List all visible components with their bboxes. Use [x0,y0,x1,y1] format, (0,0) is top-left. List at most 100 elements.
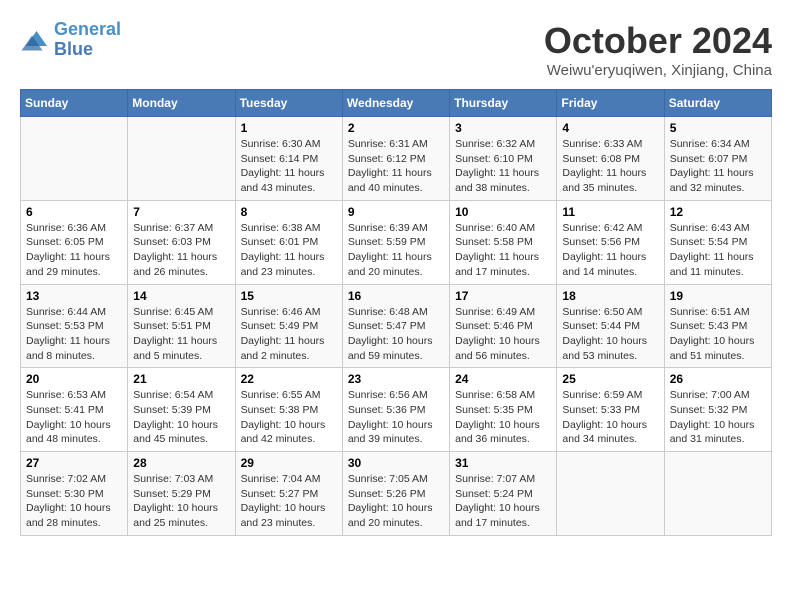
day-detail: Sunrise: 6:40 AMSunset: 5:58 PMDaylight:… [455,221,551,280]
day-number: 31 [455,456,551,470]
day-detail: Sunrise: 7:07 AMSunset: 5:24 PMDaylight:… [455,472,551,531]
day-cell-w5-d1: 27 Sunrise: 7:02 AMSunset: 5:30 PMDaylig… [21,452,128,536]
day-detail: Sunrise: 7:05 AMSunset: 5:26 PMDaylight:… [348,472,444,531]
calendar-header-row: Sunday Monday Tuesday Wednesday Thursday… [21,90,772,117]
logo-text: General Blue [54,20,121,60]
day-number: 10 [455,205,551,219]
day-number: 17 [455,289,551,303]
day-number: 13 [26,289,122,303]
day-number: 20 [26,372,122,386]
day-cell-w4-d5: 24 Sunrise: 6:58 AMSunset: 5:35 PMDaylig… [450,368,557,452]
day-cell-w1-d7: 5 Sunrise: 6:34 AMSunset: 6:07 PMDayligh… [664,117,771,201]
day-cell-w5-d2: 28 Sunrise: 7:03 AMSunset: 5:29 PMDaylig… [128,452,235,536]
day-number: 25 [562,372,658,386]
location: Weiwu'eryuqiwen, Xinjiang, China [544,62,772,79]
day-cell-w5-d7 [664,452,771,536]
day-detail: Sunrise: 6:58 AMSunset: 5:35 PMDaylight:… [455,388,551,447]
day-detail: Sunrise: 6:50 AMSunset: 5:44 PMDaylight:… [562,305,658,364]
day-detail: Sunrise: 7:03 AMSunset: 5:29 PMDaylight:… [133,472,229,531]
day-number: 29 [241,456,337,470]
day-cell-w3-d6: 18 Sunrise: 6:50 AMSunset: 5:44 PMDaylig… [557,284,664,368]
day-number: 12 [670,205,766,219]
week-row-4: 20 Sunrise: 6:53 AMSunset: 5:41 PMDaylig… [21,368,772,452]
day-number: 27 [26,456,122,470]
day-detail: Sunrise: 6:59 AMSunset: 5:33 PMDaylight:… [562,388,658,447]
day-number: 3 [455,121,551,135]
day-detail: Sunrise: 6:55 AMSunset: 5:38 PMDaylight:… [241,388,337,447]
day-detail: Sunrise: 6:53 AMSunset: 5:41 PMDaylight:… [26,388,122,447]
header-sunday: Sunday [21,90,128,117]
day-cell-w3-d5: 17 Sunrise: 6:49 AMSunset: 5:46 PMDaylig… [450,284,557,368]
day-cell-w2-d7: 12 Sunrise: 6:43 AMSunset: 5:54 PMDaylig… [664,200,771,284]
day-cell-w3-d4: 16 Sunrise: 6:48 AMSunset: 5:47 PMDaylig… [342,284,449,368]
day-cell-w1-d1 [21,117,128,201]
day-detail: Sunrise: 6:56 AMSunset: 5:36 PMDaylight:… [348,388,444,447]
page-header: General Blue October 2024 Weiwu'eryuqiwe… [20,20,772,79]
week-row-3: 13 Sunrise: 6:44 AMSunset: 5:53 PMDaylig… [21,284,772,368]
day-detail: Sunrise: 6:31 AMSunset: 6:12 PMDaylight:… [348,137,444,196]
day-number: 16 [348,289,444,303]
day-detail: Sunrise: 6:38 AMSunset: 6:01 PMDaylight:… [241,221,337,280]
day-cell-w4-d4: 23 Sunrise: 6:56 AMSunset: 5:36 PMDaylig… [342,368,449,452]
day-cell-w2-d5: 10 Sunrise: 6:40 AMSunset: 5:58 PMDaylig… [450,200,557,284]
day-cell-w4-d2: 21 Sunrise: 6:54 AMSunset: 5:39 PMDaylig… [128,368,235,452]
day-detail: Sunrise: 7:02 AMSunset: 5:30 PMDaylight:… [26,472,122,531]
day-detail: Sunrise: 6:46 AMSunset: 5:49 PMDaylight:… [241,305,337,364]
day-detail: Sunrise: 6:43 AMSunset: 5:54 PMDaylight:… [670,221,766,280]
logo-icon [20,25,50,55]
day-cell-w5-d5: 31 Sunrise: 7:07 AMSunset: 5:24 PMDaylig… [450,452,557,536]
day-cell-w4-d7: 26 Sunrise: 7:00 AMSunset: 5:32 PMDaylig… [664,368,771,452]
week-row-1: 1 Sunrise: 6:30 AMSunset: 6:14 PMDayligh… [21,117,772,201]
title-block: October 2024 Weiwu'eryuqiwen, Xinjiang, … [544,20,772,79]
day-detail: Sunrise: 6:39 AMSunset: 5:59 PMDaylight:… [348,221,444,280]
day-number: 6 [26,205,122,219]
day-cell-w2-d2: 7 Sunrise: 6:37 AMSunset: 6:03 PMDayligh… [128,200,235,284]
day-detail: Sunrise: 7:04 AMSunset: 5:27 PMDaylight:… [241,472,337,531]
day-cell-w1-d3: 1 Sunrise: 6:30 AMSunset: 6:14 PMDayligh… [235,117,342,201]
day-number: 28 [133,456,229,470]
calendar-table: Sunday Monday Tuesday Wednesday Thursday… [20,89,772,536]
day-detail: Sunrise: 6:34 AMSunset: 6:07 PMDaylight:… [670,137,766,196]
day-cell-w2-d1: 6 Sunrise: 6:36 AMSunset: 6:05 PMDayligh… [21,200,128,284]
day-number: 8 [241,205,337,219]
day-cell-w1-d6: 4 Sunrise: 6:33 AMSunset: 6:08 PMDayligh… [557,117,664,201]
day-cell-w3-d1: 13 Sunrise: 6:44 AMSunset: 5:53 PMDaylig… [21,284,128,368]
day-detail: Sunrise: 6:49 AMSunset: 5:46 PMDaylight:… [455,305,551,364]
header-friday: Friday [557,90,664,117]
day-detail: Sunrise: 6:48 AMSunset: 5:47 PMDaylight:… [348,305,444,364]
header-thursday: Thursday [450,90,557,117]
week-row-2: 6 Sunrise: 6:36 AMSunset: 6:05 PMDayligh… [21,200,772,284]
day-detail: Sunrise: 6:42 AMSunset: 5:56 PMDaylight:… [562,221,658,280]
day-number: 7 [133,205,229,219]
day-number: 4 [562,121,658,135]
day-cell-w4-d3: 22 Sunrise: 6:55 AMSunset: 5:38 PMDaylig… [235,368,342,452]
day-detail: Sunrise: 6:45 AMSunset: 5:51 PMDaylight:… [133,305,229,364]
day-number: 1 [241,121,337,135]
day-cell-w3-d7: 19 Sunrise: 6:51 AMSunset: 5:43 PMDaylig… [664,284,771,368]
day-number: 22 [241,372,337,386]
day-detail: Sunrise: 6:51 AMSunset: 5:43 PMDaylight:… [670,305,766,364]
day-number: 14 [133,289,229,303]
logo-line1: General [54,19,121,39]
day-cell-w2-d6: 11 Sunrise: 6:42 AMSunset: 5:56 PMDaylig… [557,200,664,284]
day-detail: Sunrise: 6:30 AMSunset: 6:14 PMDaylight:… [241,137,337,196]
day-cell-w1-d2 [128,117,235,201]
day-number: 24 [455,372,551,386]
day-number: 2 [348,121,444,135]
day-number: 5 [670,121,766,135]
header-wednesday: Wednesday [342,90,449,117]
day-cell-w4-d6: 25 Sunrise: 6:59 AMSunset: 5:33 PMDaylig… [557,368,664,452]
day-number: 19 [670,289,766,303]
day-detail: Sunrise: 6:54 AMSunset: 5:39 PMDaylight:… [133,388,229,447]
logo: General Blue [20,20,121,60]
logo-line2: Blue [54,39,93,59]
day-number: 30 [348,456,444,470]
day-cell-w2-d4: 9 Sunrise: 6:39 AMSunset: 5:59 PMDayligh… [342,200,449,284]
day-number: 21 [133,372,229,386]
day-number: 15 [241,289,337,303]
week-row-5: 27 Sunrise: 7:02 AMSunset: 5:30 PMDaylig… [21,452,772,536]
day-number: 23 [348,372,444,386]
header-tuesday: Tuesday [235,90,342,117]
day-cell-w3-d3: 15 Sunrise: 6:46 AMSunset: 5:49 PMDaylig… [235,284,342,368]
day-cell-w5-d6 [557,452,664,536]
